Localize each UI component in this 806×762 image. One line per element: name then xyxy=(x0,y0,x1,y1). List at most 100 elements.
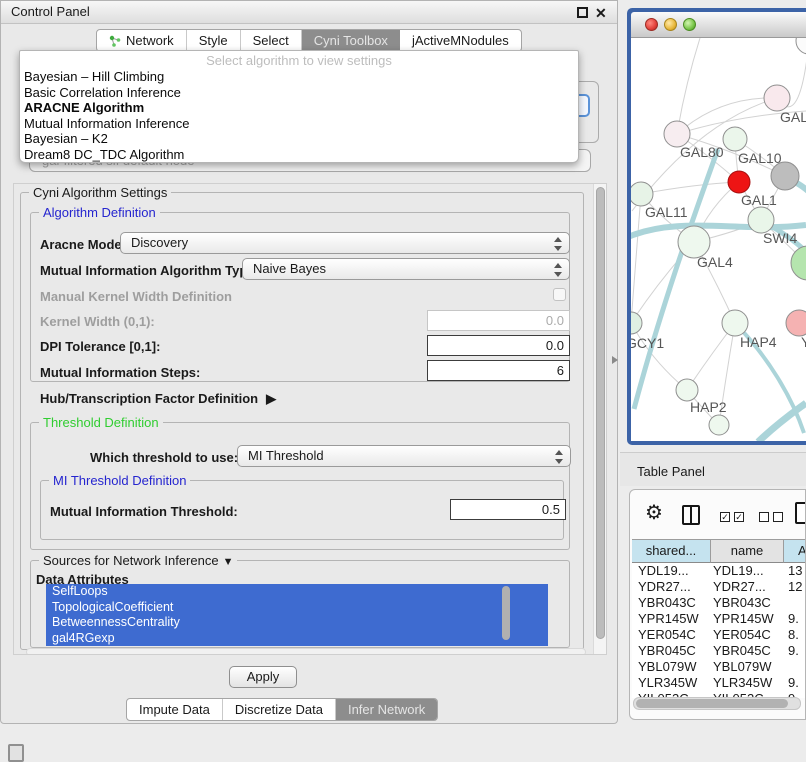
table-cell: YPR145W xyxy=(711,611,784,627)
collapse-down-icon[interactable]: ▼ xyxy=(223,556,234,568)
scrollbar-thumb[interactable] xyxy=(596,187,605,639)
table-row[interactable]: YLR345WYLR345W9. xyxy=(632,675,806,691)
checkbox-unchecked-icon[interactable] xyxy=(773,512,783,522)
network-node-label: GCY1 xyxy=(631,335,664,351)
data-attributes-list[interactable]: SelfLoopsTopologicalCoefficientBetweenne… xyxy=(46,584,548,646)
combo-spinner-icon xyxy=(553,237,562,251)
which-threshold-label: Which threshold to use: xyxy=(90,450,238,465)
tab-label: Impute Data xyxy=(139,699,210,720)
manual-kernel-checkbox[interactable] xyxy=(553,288,566,301)
cyni-settings-group-title: Cyni Algorithm Settings xyxy=(29,185,171,200)
close-traffic-light-icon[interactable] xyxy=(645,18,658,31)
table-cell: YDR27... xyxy=(711,579,784,595)
network-node[interactable] xyxy=(796,38,806,54)
network-node[interactable] xyxy=(723,127,747,151)
table-row[interactable]: YPR145WYPR145W9. xyxy=(632,611,806,627)
mi-threshold-field[interactable]: 0.5 xyxy=(450,499,566,520)
kernel-width-field[interactable]: 0.0 xyxy=(427,310,570,331)
mini-table-icon[interactable] xyxy=(8,744,24,762)
network-node-label: GAL11 xyxy=(645,204,688,220)
tab-cyni-toolbox[interactable]: Cyni Toolbox xyxy=(302,30,400,51)
control-panel-titlebar[interactable]: Control Panel ✕ xyxy=(1,1,617,24)
network-canvas[interactable]: GALGAL80GAL10GAL1GAL11SWI4GAL4GCY1HAP4YH… xyxy=(631,38,806,441)
partial-table-icon[interactable] xyxy=(795,502,806,524)
table-row[interactable]: YBR043CYBR043C xyxy=(632,595,806,611)
apply-button[interactable]: Apply xyxy=(229,666,297,688)
algorithm-option[interactable]: Mutual Information Inference xyxy=(20,116,578,132)
tab-style[interactable]: Style xyxy=(187,30,241,51)
algorithm-option[interactable]: Bayesian – Hill Climbing xyxy=(20,69,578,85)
algorithm-option[interactable]: Basic Correlation Inference xyxy=(20,85,578,101)
aracne-mode-combo[interactable]: Discovery xyxy=(120,232,570,254)
checkbox-checked-icon[interactable]: ✓ xyxy=(734,512,744,522)
data-attribute-item[interactable]: TopologicalCoefficient xyxy=(46,600,548,616)
scrollbar-thumb[interactable] xyxy=(636,699,788,708)
float-window-icon[interactable] xyxy=(577,7,588,18)
table-row[interactable]: YBL079WYBL079W xyxy=(632,659,806,675)
table-cell: YPR145W xyxy=(632,611,711,627)
mi-type-combo[interactable]: Naive Bayes xyxy=(242,258,570,280)
which-threshold-combo[interactable]: MI Threshold xyxy=(237,445,571,467)
network-node[interactable] xyxy=(631,182,653,206)
checkbox-checked-icon[interactable]: ✓ xyxy=(720,512,730,522)
settings-bottom-scrollbar[interactable] xyxy=(26,648,586,655)
network-node[interactable] xyxy=(676,379,698,401)
combo-spinner-icon xyxy=(554,450,563,464)
algorithm-option[interactable]: Bayesian – K2 xyxy=(20,131,578,147)
scrollbar-thumb[interactable] xyxy=(502,586,510,640)
hub-expander[interactable]: Hub/Transcription Factor Definition▶ xyxy=(40,391,276,407)
data-attribute-item[interactable]: BetweennessCentrality xyxy=(46,615,548,631)
network-node[interactable] xyxy=(764,85,790,111)
table-row[interactable]: YBR045CYBR045C9. xyxy=(632,643,806,659)
close-icon[interactable]: ✕ xyxy=(595,2,607,24)
dpi-tolerance-value: 0.0 xyxy=(546,338,564,353)
network-node[interactable] xyxy=(722,310,748,336)
algorithm-option[interactable]: Dream8 DC_TDC Algorithm xyxy=(20,147,578,163)
tab-network[interactable]: Network xyxy=(97,30,187,51)
network-node[interactable] xyxy=(771,162,799,190)
split-handle-arrow-icon[interactable] xyxy=(612,356,618,364)
tab-infer-network[interactable]: Infer Network xyxy=(336,699,437,720)
data-attribute-item[interactable]: gal4RGexp xyxy=(46,631,548,647)
network-node-label: HAP2 xyxy=(690,399,727,415)
table-row[interactable]: YDR27...YDR27...12 xyxy=(632,579,806,595)
column-header-name[interactable]: name xyxy=(711,539,784,563)
top-tabbar: Network Style Select Cyni Toolbox jActiv… xyxy=(96,29,522,52)
dpi-tolerance-field[interactable]: 0.0 xyxy=(427,335,570,356)
split-columns-icon[interactable] xyxy=(682,505,700,525)
settings-scroll-viewport: Cyni Algorithm Settings Algorithm Defini… xyxy=(13,183,607,655)
network-window-titlebar[interactable] xyxy=(631,12,806,38)
checkbox-unchecked-icon[interactable] xyxy=(759,512,769,522)
mi-steps-field[interactable]: 6 xyxy=(427,360,570,381)
network-node-label: GAL10 xyxy=(738,150,782,166)
table-row[interactable]: YDL19...YDL19...13 xyxy=(632,563,806,579)
table-hscrollbar[interactable] xyxy=(633,697,801,710)
network-thick-edges xyxy=(631,149,806,441)
network-node[interactable] xyxy=(709,415,729,435)
tab-jactivemnodules[interactable]: jActiveMNodules xyxy=(400,30,521,51)
tab-label: Select xyxy=(253,30,289,51)
expander-right-icon[interactable]: ▶ xyxy=(266,391,276,407)
tab-impute-data[interactable]: Impute Data xyxy=(127,699,223,720)
network-node[interactable] xyxy=(728,171,750,193)
column-header-partial[interactable]: A xyxy=(784,539,806,563)
table-cell: 9. xyxy=(784,675,806,691)
page-title: Control Panel xyxy=(11,4,90,19)
tab-select[interactable]: Select xyxy=(241,30,302,51)
algorithm-option[interactable]: ARACNE Algorithm xyxy=(20,100,578,116)
mi-steps-value: 6 xyxy=(557,363,564,378)
data-attribute-item[interactable]: SelfLoops xyxy=(46,584,548,600)
column-header-shared[interactable]: shared... xyxy=(632,539,711,563)
tab-discretize-data[interactable]: Discretize Data xyxy=(223,699,336,720)
network-node-label: HAP4 xyxy=(740,334,777,350)
network-node[interactable] xyxy=(786,310,806,336)
sources-group-title[interactable]: Sources for Network Inference▼ xyxy=(39,553,237,568)
network-node[interactable] xyxy=(631,312,642,334)
attributes-scrollbar[interactable] xyxy=(502,586,512,644)
settings-scrollbar[interactable] xyxy=(593,184,607,654)
gear-icon[interactable]: ⚙ xyxy=(645,503,663,523)
minimize-traffic-light-icon[interactable] xyxy=(664,18,677,31)
table-row[interactable]: YER054CYER054C8. xyxy=(632,627,806,643)
network-graph[interactable]: GALGAL80GAL10GAL1GAL11SWI4GAL4GCY1HAP4YH… xyxy=(631,38,806,441)
zoom-traffic-light-icon[interactable] xyxy=(683,18,696,31)
